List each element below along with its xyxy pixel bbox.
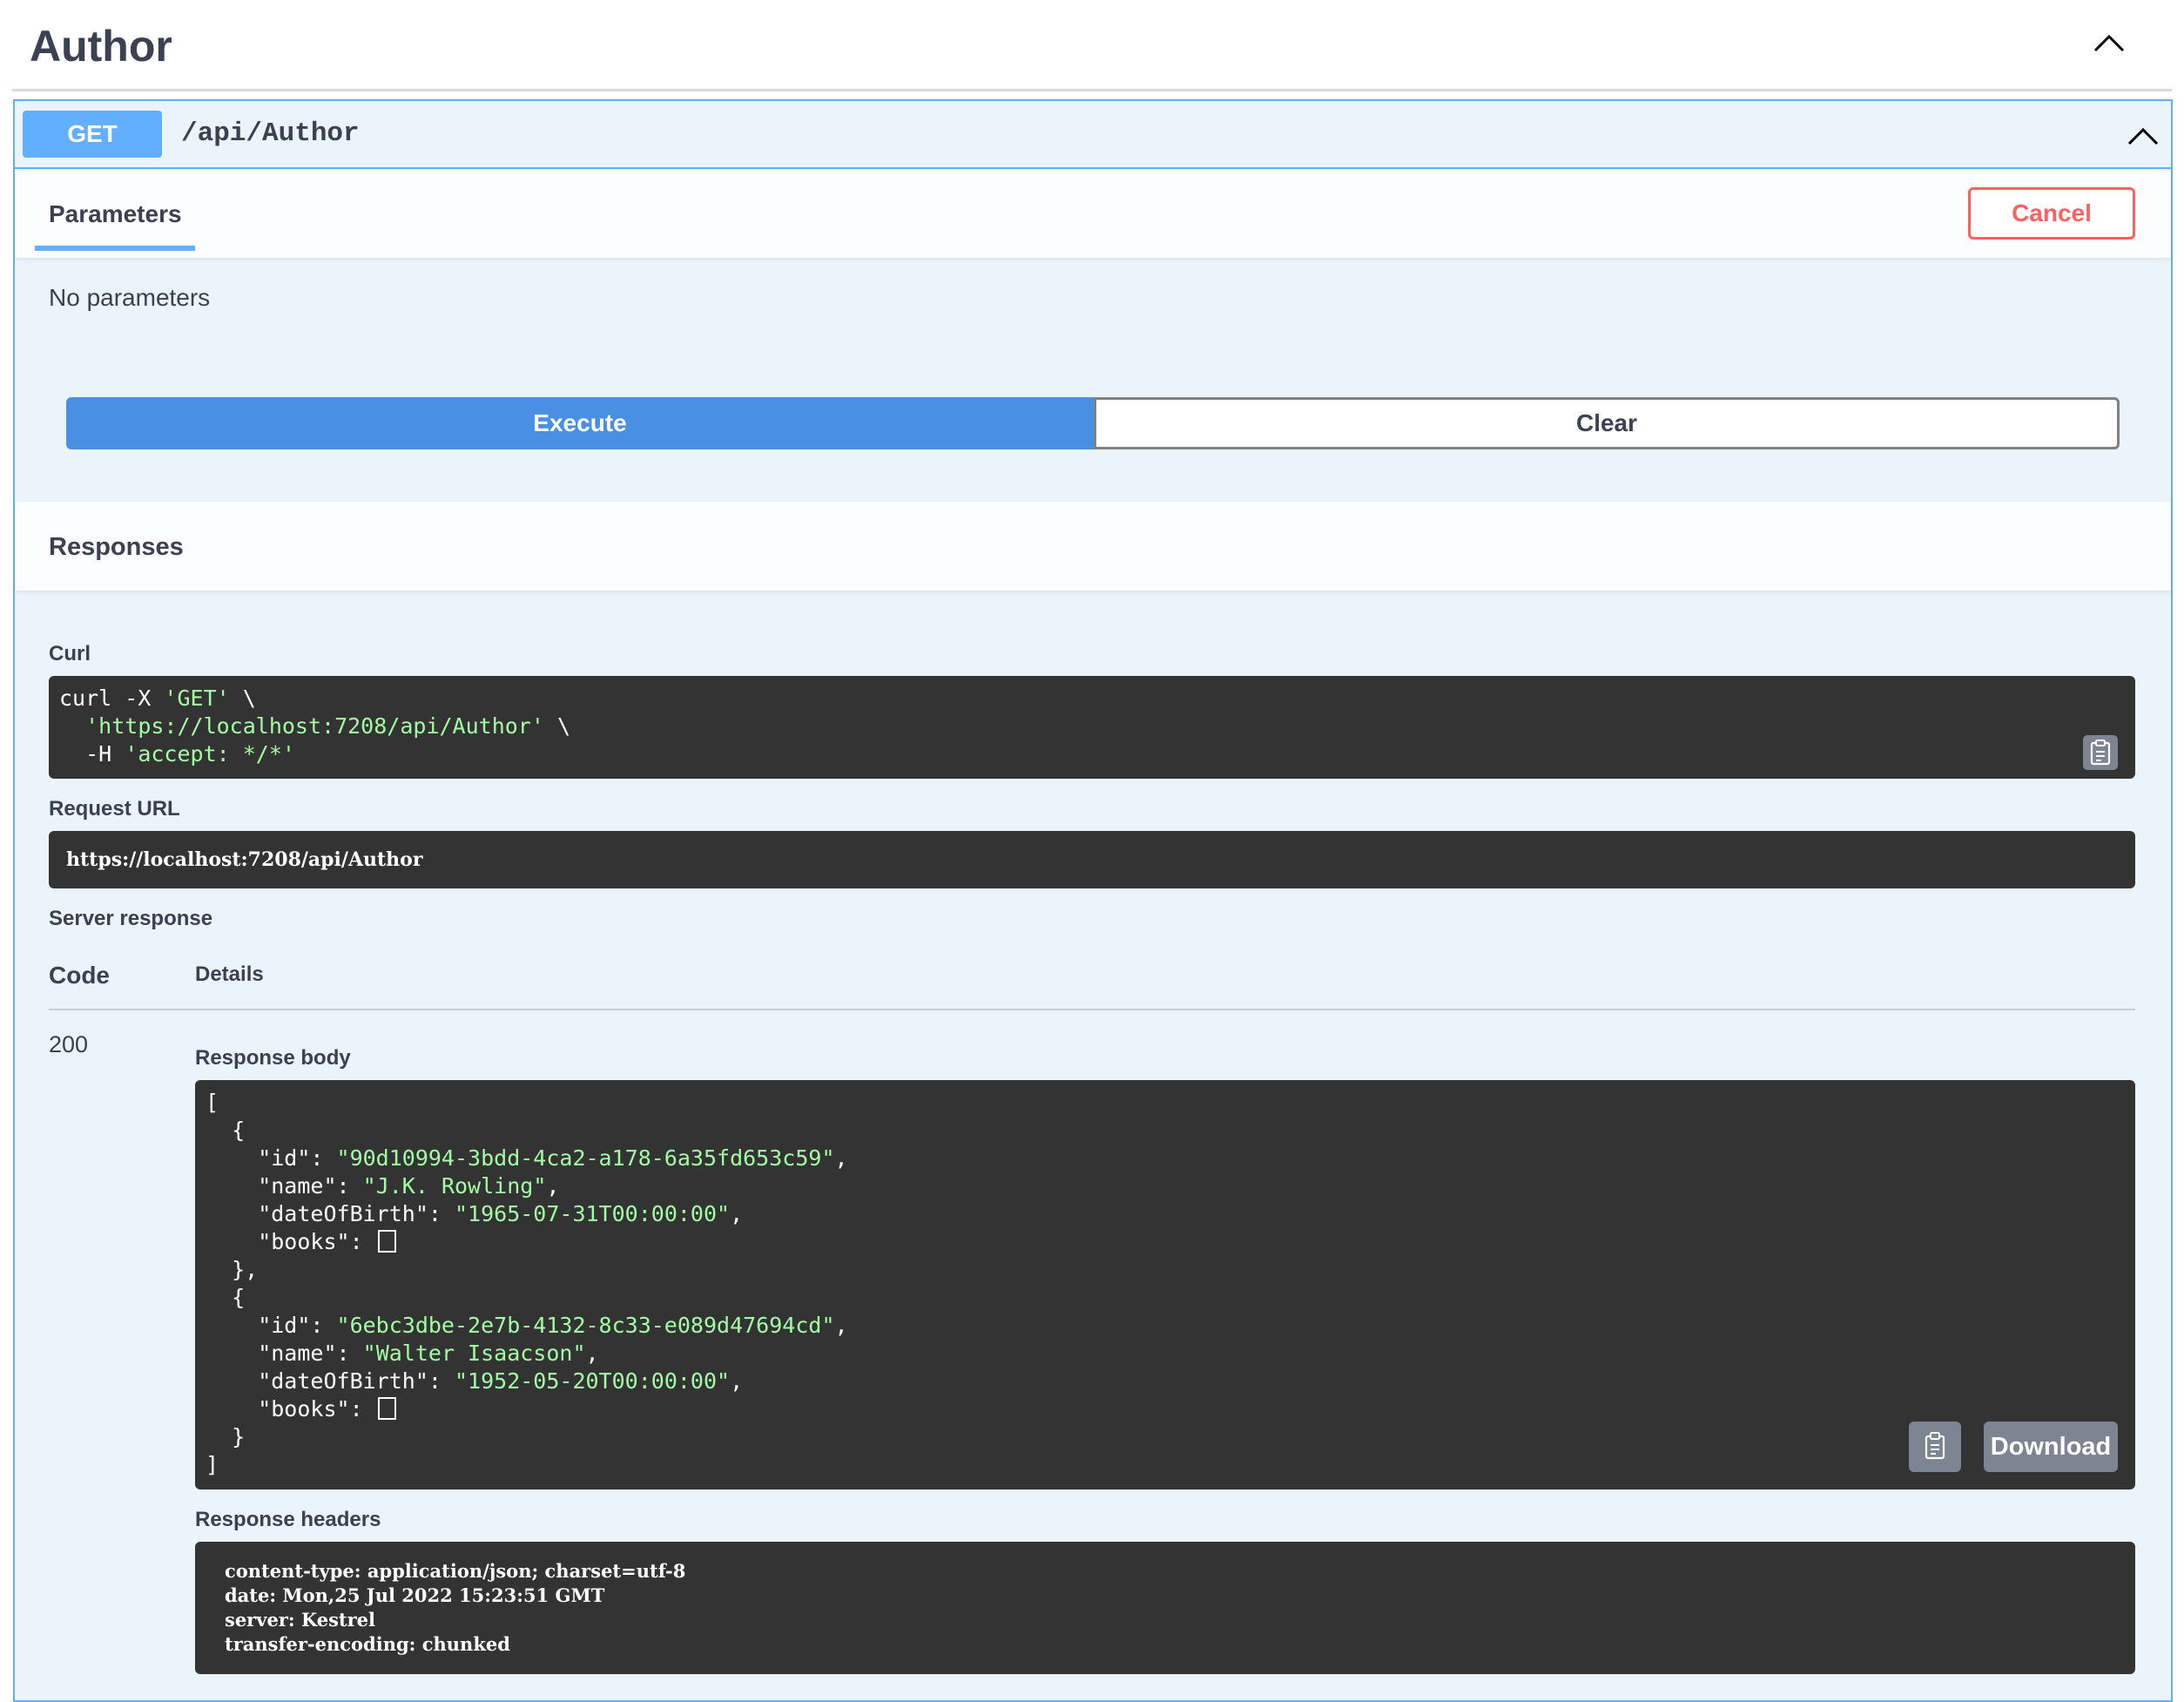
tab-active-indicator (35, 246, 195, 251)
responses-header (15, 502, 2171, 591)
response-code: 200 (49, 1031, 89, 1057)
request-url-label: Request URL (49, 797, 180, 821)
tab-parameters[interactable]: Parameters (49, 199, 182, 230)
tag-title[interactable]: Author (30, 19, 172, 73)
method-badge: GET (23, 111, 162, 158)
response-body-label: Response body (195, 1046, 351, 1070)
curl-command[interactable]: curl -X 'GET' \ 'https://localhost:7208/… (59, 685, 570, 768)
chevron-up-icon[interactable] (2092, 30, 2127, 56)
curl-label: Curl (49, 642, 91, 665)
server-response-label: Server response (49, 907, 213, 930)
table-divider (49, 1009, 2135, 1010)
responses-title: Responses (49, 533, 184, 561)
copy-response-button[interactable] (1909, 1422, 1961, 1472)
details-column-header: Details (195, 962, 264, 986)
request-url-value[interactable]: https://localhost:7208/api/Author (66, 847, 422, 873)
parameters-header (15, 171, 2171, 258)
no-parameters-text: No parameters (49, 284, 211, 311)
clipboard-icon (2090, 740, 2111, 766)
clear-button[interactable]: Clear (1094, 397, 2120, 449)
tag-divider (12, 89, 2172, 91)
execute-wrapper: Execute Clear (66, 397, 2120, 451)
execute-button[interactable]: Execute (66, 397, 1094, 449)
code-column-header: Code (49, 962, 110, 989)
response-body-json[interactable]: [ { "id": "90d10994-3bdd-4ca2-a178-6a35f… (206, 1089, 848, 1479)
clipboard-icon (1924, 1432, 1945, 1460)
cancel-button[interactable]: Cancel (1968, 187, 2135, 240)
copy-curl-button[interactable] (2083, 735, 2118, 770)
response-headers-text[interactable]: content-type: application/json; charset=… (225, 1559, 685, 1657)
response-headers-label: Response headers (195, 1508, 381, 1531)
operation-path: /api/Author (181, 118, 360, 149)
chevron-up-icon[interactable] (2127, 124, 2160, 148)
download-button[interactable]: Download (1984, 1422, 2118, 1472)
